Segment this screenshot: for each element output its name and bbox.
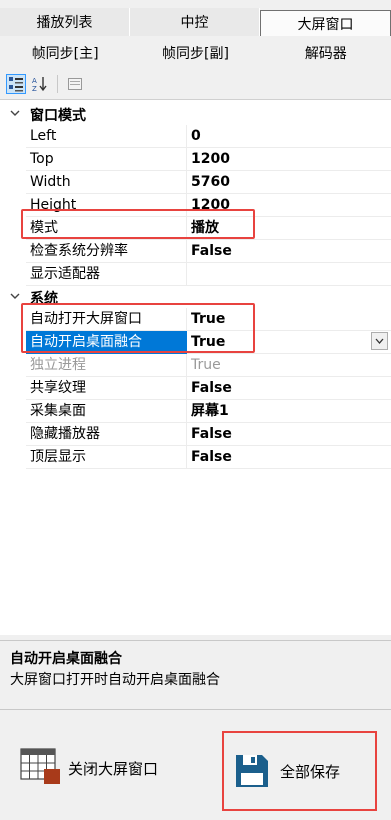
property-name: 检查系统分辨率 bbox=[26, 240, 187, 263]
close-big-screen-button[interactable]: 关闭大屏窗口 bbox=[20, 748, 158, 788]
tab-frame-sync-main[interactable]: 帧同步[主] bbox=[0, 38, 130, 68]
property-pages-icon[interactable] bbox=[65, 74, 85, 94]
property-row-topmost[interactable]: 顶层显示 False bbox=[0, 446, 391, 469]
tab-frame-sync-secondary[interactable]: 帧同步[副] bbox=[130, 38, 260, 68]
category-label: 系统 bbox=[30, 291, 58, 307]
property-row-hide-player[interactable]: 隐藏播放器 False bbox=[0, 423, 391, 446]
save-icon bbox=[234, 753, 270, 789]
tab-playlist[interactable]: 播放列表 bbox=[0, 8, 130, 36]
svg-text:A: A bbox=[32, 77, 37, 85]
property-row-width[interactable]: Width 5760 bbox=[0, 171, 391, 194]
tab-big-screen-window[interactable]: 大屏窗口 bbox=[260, 10, 391, 36]
property-row-standalone-process[interactable]: 独立进程 True bbox=[0, 354, 391, 377]
property-grid-toolbar: A Z bbox=[0, 70, 391, 98]
property-row-capture-desktop[interactable]: 采集桌面 屏幕1 bbox=[0, 400, 391, 423]
property-value[interactable]: True bbox=[187, 354, 391, 377]
property-name: 隐藏播放器 bbox=[26, 423, 187, 446]
property-value[interactable]: 5760 bbox=[187, 171, 391, 194]
description-panel: 自动开启桌面融合 大屏窗口打开时自动开启桌面融合 bbox=[0, 640, 391, 710]
property-value[interactable]: False bbox=[187, 377, 391, 400]
sort-az-icon[interactable]: A Z bbox=[30, 74, 50, 94]
tab-bar-primary: 播放列表 中控 大屏窗口 bbox=[0, 8, 391, 36]
property-name: 独立进程 bbox=[26, 354, 187, 377]
tab-central-control[interactable]: 中控 bbox=[130, 8, 260, 36]
property-name: 采集桌面 bbox=[26, 400, 187, 423]
property-name: 共享纹理 bbox=[26, 377, 187, 400]
tab-decoder[interactable]: 解码器 bbox=[261, 38, 391, 68]
property-value[interactable]: True bbox=[187, 308, 391, 331]
property-name: 自动开启桌面融合 bbox=[26, 331, 187, 354]
category-window-mode[interactable]: 窗口模式 bbox=[0, 103, 391, 126]
property-value[interactable]: 播放 bbox=[187, 217, 391, 240]
property-grid: 窗口模式 Left 0 Top 1200 Width 5760 Height 1… bbox=[0, 99, 391, 635]
categorized-icon[interactable] bbox=[6, 74, 26, 94]
property-name: Top bbox=[26, 148, 187, 171]
property-row-height[interactable]: Height 1200 bbox=[0, 194, 391, 217]
toolbar-separator bbox=[57, 75, 58, 93]
property-name: 显示适配器 bbox=[26, 263, 187, 286]
property-value[interactable]: True bbox=[187, 331, 391, 354]
category-label: 窗口模式 bbox=[30, 108, 86, 124]
chevron-down-icon[interactable] bbox=[8, 289, 22, 303]
property-row-shared-texture[interactable]: 共享纹理 False bbox=[0, 377, 391, 400]
property-value[interactable]: 屏幕1 bbox=[187, 400, 391, 423]
svg-text:Z: Z bbox=[32, 85, 37, 92]
close-big-screen-label: 关闭大屏窗口 bbox=[68, 759, 159, 778]
property-row-top[interactable]: Top 1200 bbox=[0, 148, 391, 171]
save-all-button[interactable]: 全部保存 bbox=[222, 731, 377, 811]
grid-table-icon bbox=[20, 747, 62, 789]
property-row-left[interactable]: Left 0 bbox=[0, 125, 391, 148]
property-row-display-adapter[interactable]: 显示适配器 bbox=[0, 263, 391, 286]
category-system[interactable]: 系统 bbox=[0, 286, 391, 309]
property-value[interactable]: False bbox=[187, 423, 391, 446]
tab-bar-secondary: 帧同步[主] 帧同步[副] 解码器 bbox=[0, 38, 391, 68]
property-value[interactable]: 1200 bbox=[187, 148, 391, 171]
property-name: Left bbox=[26, 125, 187, 148]
property-name: 自动打开大屏窗口 bbox=[26, 308, 187, 331]
property-name: 模式 bbox=[26, 217, 187, 240]
property-name: Width bbox=[26, 171, 187, 194]
property-value[interactable]: 1200 bbox=[187, 194, 391, 217]
chevron-down-icon bbox=[375, 338, 384, 344]
property-value[interactable]: False bbox=[187, 240, 391, 263]
property-value[interactable]: 0 bbox=[187, 125, 391, 148]
chevron-down-icon[interactable] bbox=[8, 106, 22, 120]
description-title: 自动开启桌面融合 bbox=[10, 651, 122, 667]
property-name: 顶层显示 bbox=[26, 446, 187, 469]
property-row-auto-blend[interactable]: 自动开启桌面融合 True bbox=[0, 331, 391, 354]
property-row-auto-open[interactable]: 自动打开大屏窗口 True bbox=[0, 308, 391, 331]
property-value[interactable]: False bbox=[187, 446, 391, 469]
property-row-check-resolution[interactable]: 检查系统分辨率 False bbox=[0, 240, 391, 263]
dropdown-button[interactable] bbox=[371, 332, 388, 350]
property-row-mode[interactable]: 模式 播放 bbox=[0, 217, 391, 240]
save-all-label: 全部保存 bbox=[280, 762, 341, 781]
description-text: 大屏窗口打开时自动开启桌面融合 bbox=[10, 672, 220, 688]
property-value[interactable] bbox=[187, 263, 391, 286]
property-name: Height bbox=[26, 194, 187, 217]
